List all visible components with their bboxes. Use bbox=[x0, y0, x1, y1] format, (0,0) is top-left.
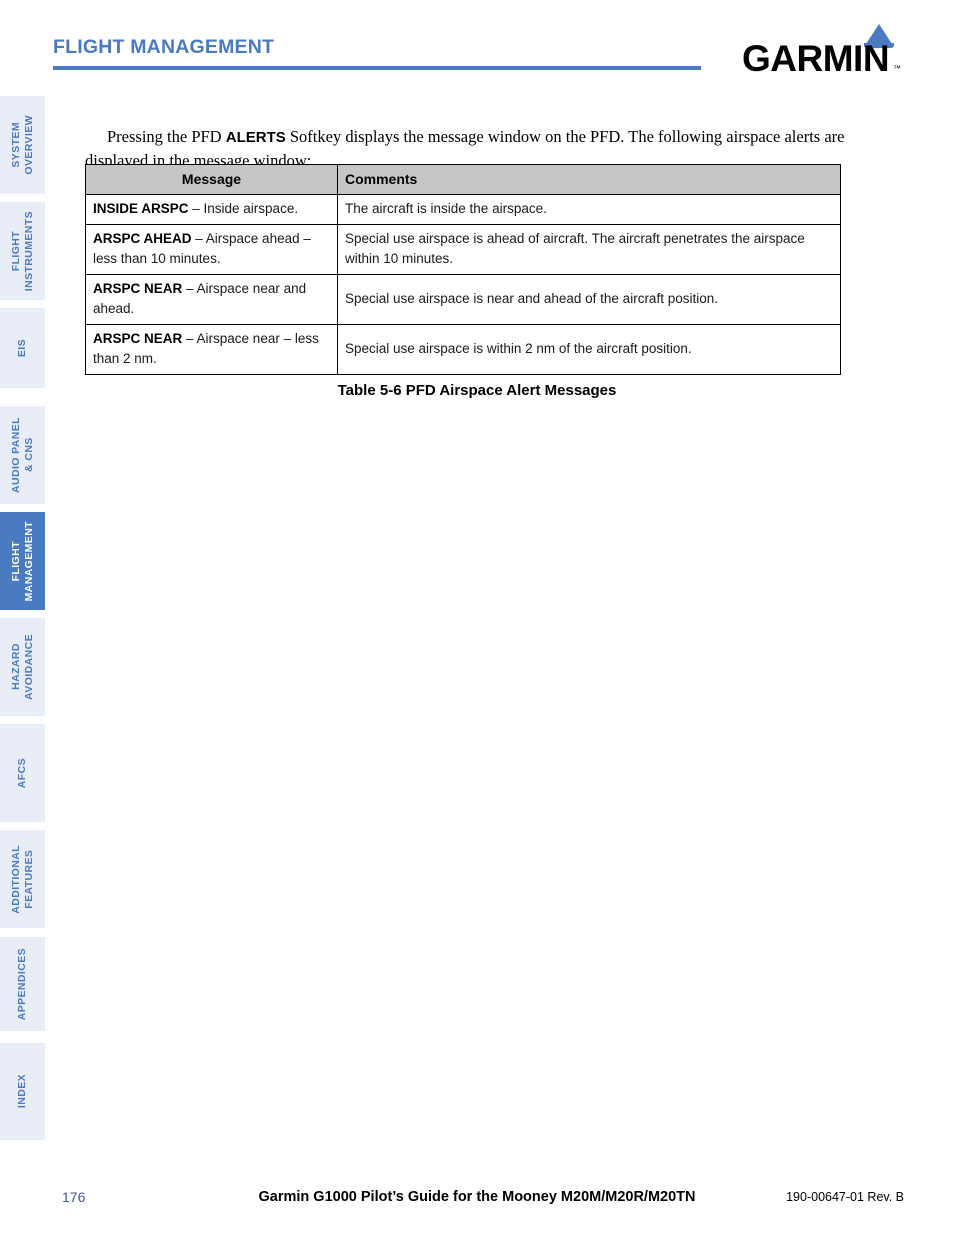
footer-part-number: 190-00647-01 Rev. B bbox=[786, 1190, 904, 1204]
sidebar-tab-label: AFCS bbox=[16, 757, 28, 789]
cell-message: ARSPC AHEAD – Airspace ahead – less than… bbox=[85, 224, 338, 275]
cell-comment: Special use airspace is ahead of aircraf… bbox=[337, 224, 841, 275]
table-caption: Table 5-6 PFD Airspace Alert Messages bbox=[337, 382, 617, 399]
table-row: INSIDE ARSPC – Inside airspace. The aircr… bbox=[85, 194, 841, 225]
cell-message: INSIDE ARSPC – Inside airspace. bbox=[85, 194, 338, 225]
sidebar-tab-hazard-avoidance[interactable]: HAZARD AVOIDANCE bbox=[0, 618, 45, 716]
sidebar-tab-label: FLIGHT INSTRUMENTS bbox=[9, 210, 35, 292]
cell-comment: The aircraft is inside the airspace. bbox=[337, 194, 841, 225]
message-code: INSIDE ARSPC bbox=[93, 201, 189, 216]
garmin-wordmark: GARMIN bbox=[742, 38, 890, 79]
header-rule-divider bbox=[53, 66, 701, 70]
table-header: Message Comments bbox=[85, 164, 841, 195]
table-row: ARSPC NEAR – Airspace near and ahead. Spe… bbox=[85, 274, 841, 325]
sidebar-tab-label: FLIGHT MANAGEMENT bbox=[9, 520, 35, 602]
cell-message: ARSPC NEAR – Airspace near – less than 2… bbox=[85, 324, 338, 375]
cell-comment: Special use airspace is near and ahead o… bbox=[337, 274, 841, 325]
sidebar-tab-label: ADDITIONAL FEATURES bbox=[9, 844, 35, 914]
sidebar-tab-flight-instruments[interactable]: FLIGHT INSTRUMENTS bbox=[0, 202, 45, 300]
sidebar-tab-label: AUDIO PANEL & CNS bbox=[9, 417, 35, 493]
table-row: ARSPC NEAR – Airspace near – less than 2… bbox=[85, 324, 841, 375]
trademark-symbol: ™ bbox=[893, 64, 901, 73]
column-header-comments: Comments bbox=[337, 164, 841, 195]
sidebar-tab-appendices[interactable]: APPENDICES bbox=[0, 937, 45, 1031]
sidebar-tab-afcs[interactable]: AFCS bbox=[0, 724, 45, 822]
message-code: ARSPC NEAR bbox=[93, 281, 183, 296]
sidebar-tab-system-overview[interactable]: SYSTEM OVERVIEW bbox=[0, 96, 45, 194]
message-code: ARSPC AHEAD bbox=[93, 231, 192, 246]
cell-message: ARSPC NEAR – Airspace near and ahead. bbox=[85, 274, 338, 325]
sidebar-tab-index[interactable]: INDEX bbox=[0, 1043, 45, 1140]
sidebar-tab-additional-features[interactable]: ADDITIONAL FEATURES bbox=[0, 830, 45, 928]
sidebar-tab-label: SYSTEM OVERVIEW bbox=[9, 115, 35, 175]
sidebar-tab-label: HAZARD AVOIDANCE bbox=[9, 634, 35, 700]
table-row: ARSPC AHEAD – Airspace ahead – less than… bbox=[85, 224, 841, 275]
page-title: FLIGHT MANAGEMENT bbox=[53, 36, 275, 58]
pfd-airspace-alert-table: Message Comments INSIDE ARSPC – Inside a… bbox=[85, 164, 841, 375]
cell-comment: Special use airspace is within 2 nm of t… bbox=[337, 324, 841, 375]
sidebar-tab-label: INDEX bbox=[16, 1074, 28, 1109]
table-header-row: Message Comments bbox=[85, 164, 841, 195]
message-description: – Inside airspace. bbox=[188, 201, 299, 216]
sidebar-tab-audio-panel-cns[interactable]: AUDIO PANEL & CNS bbox=[0, 406, 45, 504]
column-header-message: Message bbox=[85, 164, 338, 195]
garmin-logo: GARMIN ™ bbox=[742, 24, 912, 79]
paragraph-text-before: Pressing the PFD bbox=[107, 126, 226, 146]
table-body: INSIDE ARSPC – Inside airspace. The aircr… bbox=[85, 194, 841, 375]
sidebar-tab-label: EIS bbox=[16, 338, 28, 358]
sidebar-tab-flight-management[interactable]: FLIGHT MANAGEMENT bbox=[0, 512, 45, 610]
sidebar-tab-label: APPENDICES bbox=[16, 947, 28, 1021]
message-code: ARSPC NEAR bbox=[93, 331, 183, 346]
page-footer: 176 Garmin G1000 Pilot’s Guide for the M… bbox=[0, 1189, 954, 1215]
alerts-softkey-name: ALERTS bbox=[225, 128, 286, 146]
sidebar-tabs: SYSTEM OVERVIEW FLIGHT INSTRUMENTS EIS AUDI… bbox=[0, 0, 46, 1235]
sidebar-tab-eis[interactable]: EIS bbox=[0, 308, 45, 388]
